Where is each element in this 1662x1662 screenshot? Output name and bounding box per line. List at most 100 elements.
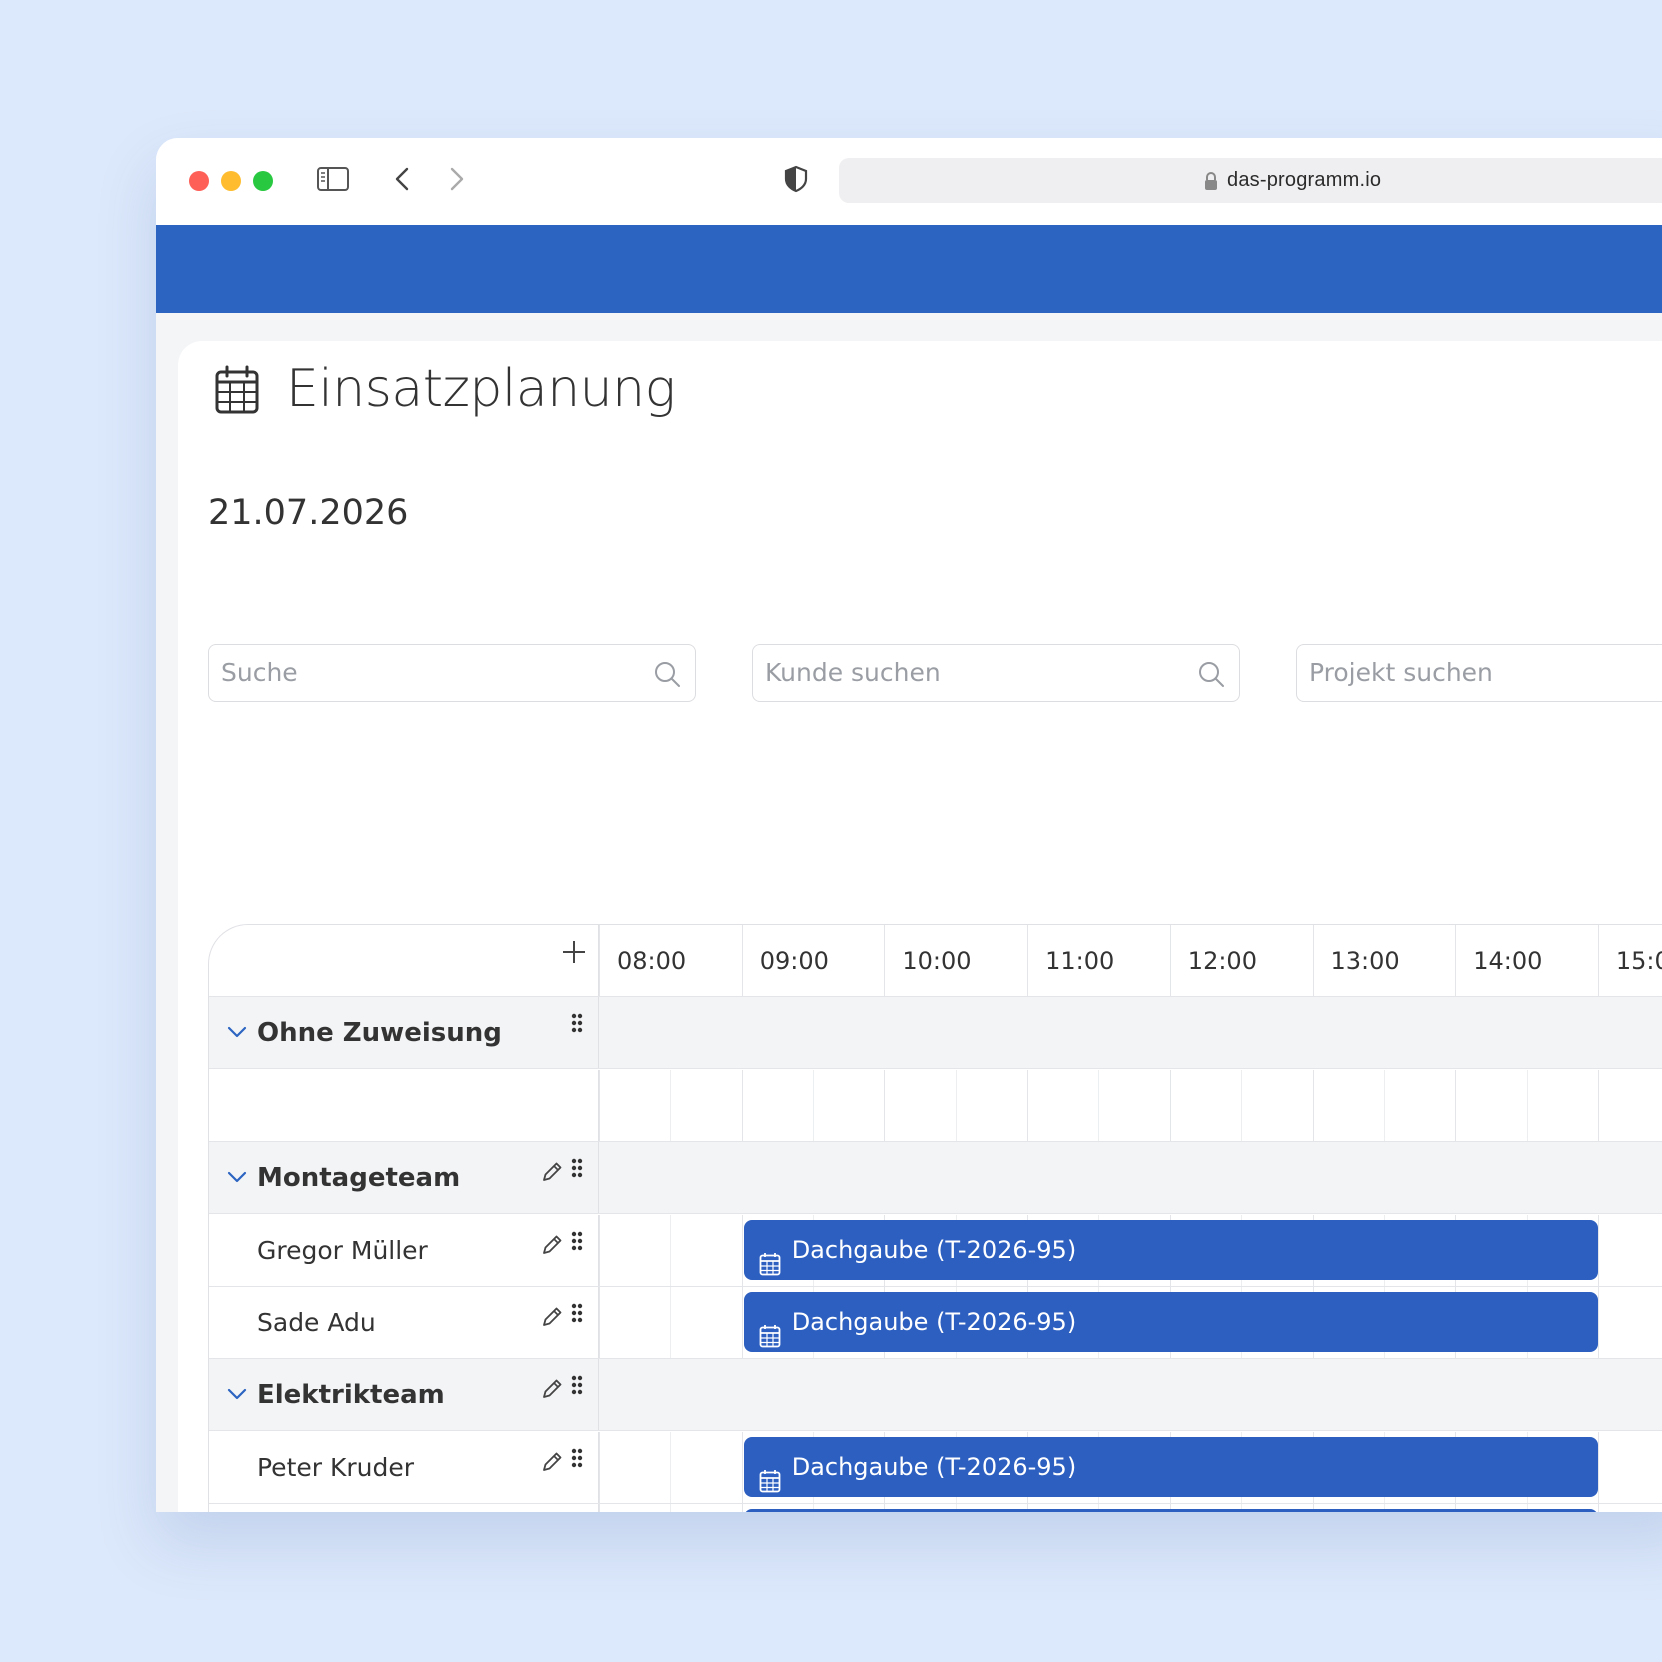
hour-label: 15:00: [1615, 947, 1662, 975]
hour-label: 14:00: [1473, 947, 1543, 975]
resource-left-cell: Peter Kruder: [209, 1431, 599, 1503]
hour-gridline: [741, 1287, 743, 1358]
drag-handle-icon[interactable]: [570, 1011, 584, 1040]
hour-gridline: [599, 1431, 600, 1503]
minimize-window-button[interactable]: [221, 171, 241, 191]
event-block[interactable]: Dachgaube (T-2026-95): [743, 1509, 1598, 1512]
resource-left-cell: Gregor Müller: [209, 1214, 599, 1286]
half-hour-gridline: [670, 1431, 672, 1503]
project-search-placeholder: Projekt suchen: [1309, 658, 1493, 687]
hour-gridline: [599, 1069, 600, 1141]
hour-gridline: [1597, 1431, 1599, 1503]
resource-name: Richard Dorfmeister: [257, 1504, 509, 1512]
project-search-input[interactable]: Projekt suchen: [1296, 644, 1662, 702]
group-row: Ohne Zuweisung: [209, 997, 1662, 1070]
sidebar-toggle-icon[interactable]: [316, 162, 350, 201]
resource-row: Richard Dorfmeister Dachgaube (T-2026-95): [209, 1504, 1662, 1512]
hour-gridline: [741, 1431, 743, 1503]
event-block[interactable]: Dachgaube (T-2026-95): [743, 1292, 1598, 1352]
address-bar[interactable]: das-programm.io: [839, 158, 1662, 203]
calendar-icon: [759, 1455, 781, 1497]
hour-gridline: [1597, 1504, 1599, 1512]
chevron-down-icon[interactable]: [227, 1025, 247, 1044]
half-hour-gridline: [1526, 1069, 1528, 1141]
customer-search-placeholder: Kunde suchen: [765, 658, 941, 687]
add-icon[interactable]: [561, 939, 587, 970]
drag-handle-icon[interactable]: [570, 1373, 584, 1402]
forward-arrow-icon[interactable]: [441, 162, 471, 201]
group-row: Montageteam: [209, 1142, 1662, 1215]
hour-gridline: [1169, 1069, 1171, 1141]
half-hour-gridline: [1383, 1069, 1385, 1141]
browser-window: das-programm.io Einsatzplanung 21.07.202…: [156, 138, 1662, 1512]
resource-name: Sade Adu: [257, 1308, 376, 1337]
edit-pencil-icon[interactable]: [539, 1304, 565, 1335]
drag-handle-icon[interactable]: [570, 1446, 584, 1475]
hour-gridline: [1312, 1069, 1314, 1141]
group-name: Montageteam: [257, 1163, 461, 1194]
page-title: Einsatzplanung: [286, 359, 676, 419]
event-block[interactable]: Dachgaube (T-2026-95): [743, 1436, 1598, 1497]
group-row: Elektrikteam: [209, 1359, 1662, 1432]
drag-handle-icon[interactable]: [570, 1229, 584, 1258]
privacy-shield-icon[interactable]: [781, 162, 811, 201]
hour-gridline: [599, 925, 600, 996]
maximize-window-button[interactable]: [253, 171, 273, 191]
half-hour-gridline: [670, 1504, 672, 1512]
browser-titlebar: das-programm.io: [156, 138, 1662, 225]
half-hour-gridline: [1098, 1069, 1100, 1141]
header-left-cell: [209, 925, 599, 996]
app-header-bar: [156, 225, 1662, 313]
hour-label: 09:00: [759, 947, 829, 975]
event-block[interactable]: Dachgaube (T-2026-95): [743, 1219, 1598, 1280]
resource-name: Gregor Müller: [257, 1235, 428, 1265]
hour-label: 08:00: [617, 947, 687, 975]
hour-label: 10:00: [902, 947, 972, 975]
hour-gridline: [741, 1069, 743, 1141]
hour-label: 11:00: [1045, 947, 1115, 975]
drag-handle-icon[interactable]: [570, 1301, 584, 1330]
edit-pencil-icon[interactable]: [539, 1449, 565, 1480]
half-hour-gridline: [813, 1069, 815, 1141]
group-left-cell: Montageteam: [209, 1142, 599, 1214]
calendar-icon: [214, 365, 260, 420]
resource-row: Sade Adu Dachgaube (T-2026-95): [209, 1287, 1662, 1359]
hour-gridline: [1597, 1069, 1599, 1141]
edit-pencil-icon[interactable]: [539, 1376, 565, 1407]
edit-pencil-icon[interactable]: [539, 1232, 565, 1263]
calendar-icon: [759, 1238, 781, 1280]
hour-gridline: [1597, 1287, 1599, 1358]
resource-left-cell: Richard Dorfmeister: [209, 1504, 599, 1512]
search-input[interactable]: Suche: [208, 644, 696, 702]
event-title: Dachgaube (T-2026-95): [791, 1452, 1077, 1481]
hour-gridline: [1027, 1069, 1029, 1141]
edit-pencil-icon[interactable]: [539, 1159, 565, 1190]
hour-gridline: [1312, 925, 1314, 996]
customer-search-input[interactable]: Kunde suchen: [752, 644, 1240, 702]
lock-icon: [1203, 171, 1219, 196]
hour-gridline: [741, 925, 743, 996]
chevron-down-icon[interactable]: [227, 1387, 247, 1406]
hour-gridline: [1597, 1214, 1599, 1286]
empty-left-cell: [209, 1069, 599, 1141]
drag-handle-icon[interactable]: [570, 1156, 584, 1185]
selected-date[interactable]: 21.07.2026: [208, 493, 408, 533]
url-text: das-programm.io: [1227, 169, 1382, 191]
search-icon: [653, 660, 681, 693]
chevron-down-icon[interactable]: [227, 1170, 247, 1189]
schedule-header-row: 08:00 09:00 10:00 11:00 12:00 13:00 14:00 15:00: [209, 925, 1662, 997]
close-window-button[interactable]: [189, 171, 209, 191]
hour-gridline: [599, 1287, 600, 1358]
hour-gridline: [1455, 1069, 1457, 1141]
back-arrow-icon[interactable]: [388, 162, 418, 201]
calendar-icon: [759, 1310, 781, 1352]
group-name: Elektrikteam: [257, 1380, 445, 1411]
main-card: Einsatzplanung 21.07.2026 Suche Kunde su…: [178, 341, 1662, 1512]
hour-gridline: [741, 1504, 743, 1512]
group-left-cell: Elektrikteam: [209, 1359, 599, 1431]
schedule-grid: 08:00 09:00 10:00 11:00 12:00 13:00 14:00 15:00…: [208, 924, 1662, 1512]
search-placeholder: Suche: [221, 658, 298, 687]
hour-gridline: [599, 1504, 600, 1512]
event-title: Dachgaube (T-2026-95): [791, 1308, 1077, 1336]
half-hour-gridline: [670, 1069, 672, 1141]
